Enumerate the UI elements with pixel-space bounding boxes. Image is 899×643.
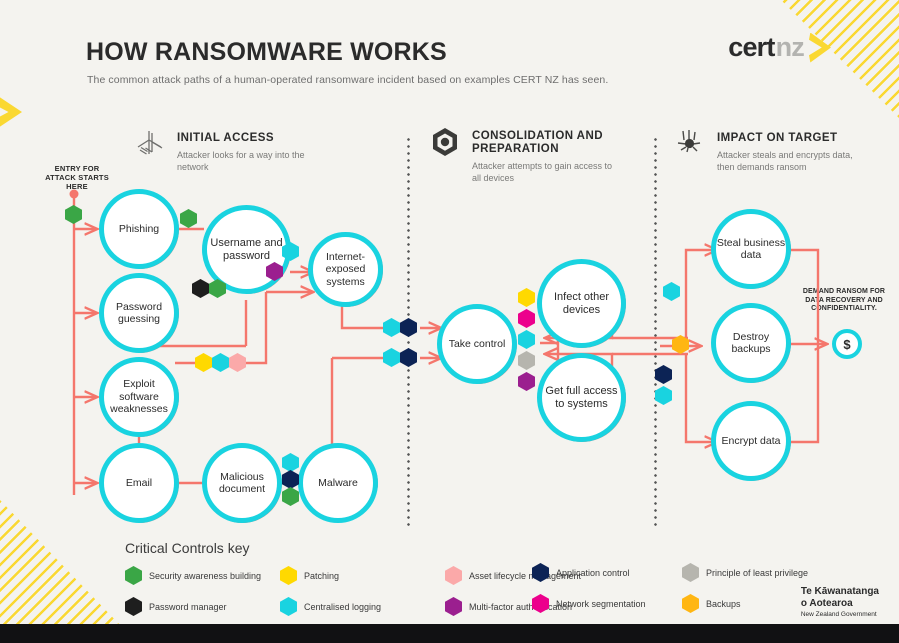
dollar-icon: $ bbox=[832, 329, 862, 359]
node-label: Phishing bbox=[118, 222, 160, 235]
node-label: Malware bbox=[318, 476, 358, 489]
infographic-canvas: HOW RANSOMWARE WORKS The common attack p… bbox=[0, 0, 899, 643]
node-label: Infect other devices bbox=[553, 290, 610, 316]
node-email[interactable]: Email bbox=[99, 443, 179, 523]
node-destroy-backups[interactable]: Destroy backups bbox=[711, 303, 791, 383]
node-take-control[interactable]: Take control bbox=[437, 304, 517, 384]
node-label: Take control bbox=[448, 337, 506, 350]
node-label: Steal business data bbox=[716, 236, 786, 262]
node-exploit-software-weaknesses[interactable]: Exploit software weaknesses bbox=[99, 357, 179, 437]
node-phishing[interactable]: Phishing bbox=[99, 189, 179, 269]
node-infect-other-devices[interactable]: Infect other devices bbox=[537, 259, 626, 348]
node-label: Encrypt data bbox=[721, 434, 781, 447]
node-label: Internet-exposed systems bbox=[325, 250, 366, 288]
node-label: Get full access to systems bbox=[545, 384, 618, 410]
node-steal-business-data[interactable]: Steal business data bbox=[711, 209, 791, 289]
node-label: Destroy backups bbox=[731, 330, 771, 356]
node-get-full-access-to-systems[interactable]: Get full access to systems bbox=[537, 353, 626, 442]
node-label: Malicious document bbox=[218, 470, 266, 496]
node-label: Password guessing bbox=[115, 300, 163, 326]
node-label: Exploit software weaknesses bbox=[110, 378, 168, 416]
node-label: Email bbox=[125, 476, 153, 489]
node-encrypt-data[interactable]: Encrypt data bbox=[711, 401, 791, 481]
node-password-guessing[interactable]: Password guessing bbox=[99, 273, 179, 353]
node-internet-exposed-systems[interactable]: Internet-exposed systems bbox=[308, 232, 383, 307]
node-malicious-document[interactable]: Malicious document bbox=[202, 443, 282, 523]
node-label: Username and password bbox=[210, 236, 283, 262]
node-malware[interactable]: Malware bbox=[298, 443, 378, 523]
